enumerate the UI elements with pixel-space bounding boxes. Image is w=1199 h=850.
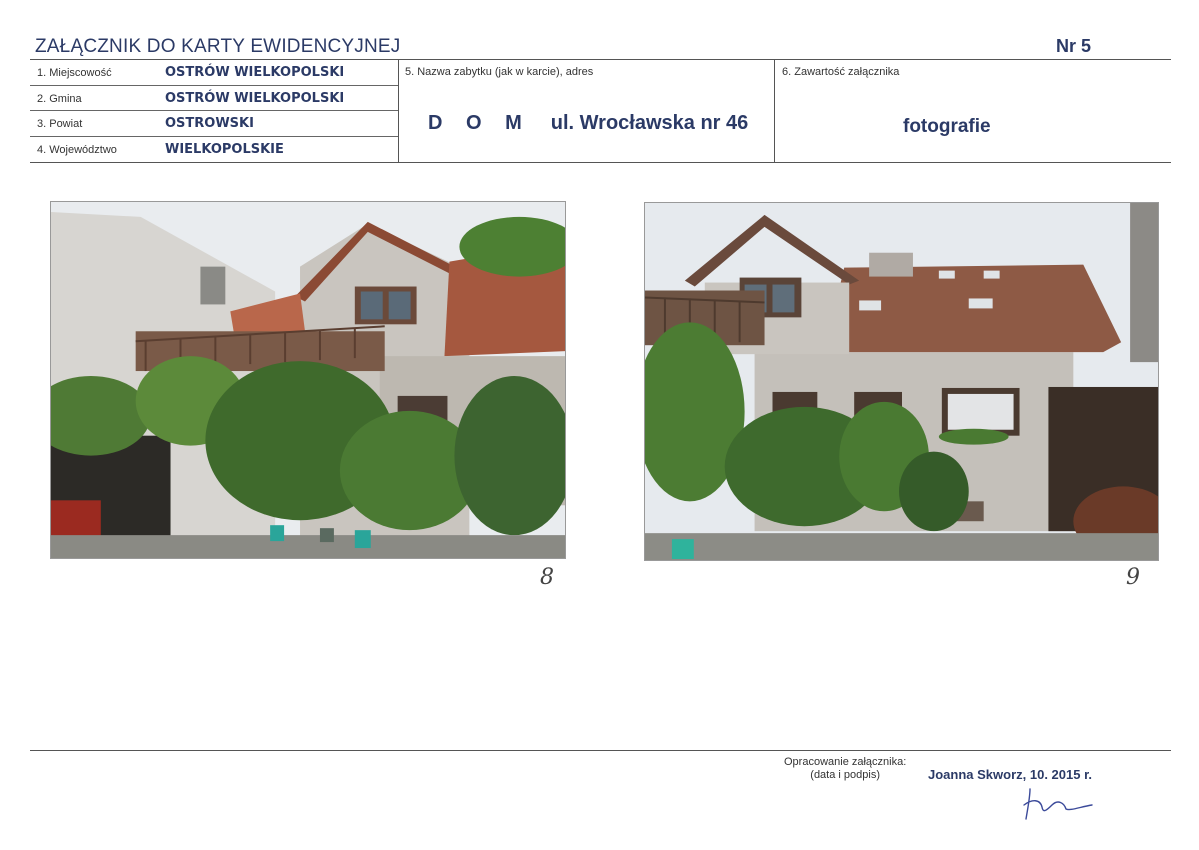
photo-number-9: 9: [1126, 565, 1140, 590]
field-label: 3. Powiat: [37, 118, 83, 130]
field-label: 4. Województwo: [37, 143, 117, 156]
field-label: 2. Gmina: [37, 92, 82, 105]
field-value: WIELKOPOLSKIE: [165, 141, 284, 157]
photo-number-8: 8: [540, 565, 554, 590]
field-row-wojewodztwo: 4. Województwo WIELKOPOLSKIE: [30, 137, 398, 163]
field-value: OSTROWSKI: [165, 116, 254, 131]
table-bottom-rule: [30, 162, 1171, 163]
content-value: fotografie: [903, 116, 991, 137]
footer-label-line2: (data i podpis): [810, 769, 880, 781]
field-value: OSTRÓW WIELKOPOLSKI: [165, 90, 345, 106]
photo-9: [644, 202, 1159, 561]
content-label: 6. Zawartość załącznika: [782, 66, 900, 78]
footer-author: Joanna Skworz, 10. 2015 r.: [928, 767, 1093, 782]
photo-8: [50, 201, 566, 559]
footer-rule: [30, 750, 1171, 751]
field-label: 1. Miejscowość: [37, 67, 112, 79]
table-divider-1: [398, 59, 399, 163]
field-row-miejscowosc: 1. Miejscowość OSTRÓW WIELKOPOLSKI: [30, 60, 398, 86]
footer-label: Opracowanie załącznika: (data i podpis): [784, 756, 906, 782]
monument-address: ul. Wrocławska nr 46: [550, 112, 749, 134]
document-title: ZAŁĄCZNIK DO KARTY EWIDENCYJNEJ: [35, 36, 401, 57]
field-value: OSTRÓW WIELKOPOLSKI: [165, 65, 345, 80]
monument-name: D O M: [428, 112, 531, 134]
house-photo-courtyard: [51, 202, 565, 558]
monument-value: D O M ul. Wrocławska nr 46: [428, 112, 748, 135]
document-page: ZAŁĄCZNIK DO KARTY EWIDENCYJNEJ Nr 5 1. …: [0, 0, 1199, 850]
field-row-powiat: 3. Powiat OSTROWSKI: [30, 111, 398, 137]
table-divider-2: [774, 59, 775, 163]
house-photo-front: [645, 203, 1158, 560]
footer-label-line1: Opracowanie załącznika:: [784, 756, 907, 768]
handwritten-signature: [1023, 788, 1093, 820]
location-fields: 1. Miejscowość OSTRÓW WIELKOPOLSKI 2. Gm…: [30, 60, 398, 162]
attachment-number: Nr 5: [1055, 36, 1091, 56]
monument-label: 5. Nazwa zabytku (jak w karcie), adres: [405, 66, 594, 78]
field-row-gmina: 2. Gmina OSTRÓW WIELKOPOLSKI: [30, 86, 398, 111]
